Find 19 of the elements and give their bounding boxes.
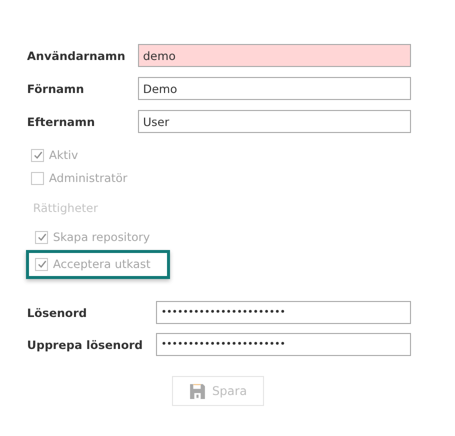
checkbox-label: Aktiv bbox=[49, 148, 78, 162]
checkbox[interactable] bbox=[35, 258, 48, 270]
field-label: Efternamn bbox=[27, 114, 96, 128]
input-field[interactable]: demo bbox=[138, 44, 411, 67]
field-label: Användarnamn bbox=[27, 48, 126, 62]
field-label: Upprepa lösenord bbox=[27, 338, 144, 352]
checkbox[interactable] bbox=[35, 230, 48, 244]
checkbox-label: Skapa repository bbox=[53, 230, 150, 244]
password-field[interactable]: ••••••••••••••••••••••• bbox=[156, 333, 411, 356]
input-field[interactable]: User bbox=[138, 110, 411, 133]
section-heading: Rättigheter bbox=[33, 201, 98, 215]
field-label: Förnamn bbox=[27, 82, 86, 96]
password-field[interactable]: ••••••••••••••••••••••• bbox=[156, 301, 411, 324]
checkbox-label: Acceptera utkast bbox=[53, 257, 151, 271]
checkbox-label: Administratör bbox=[49, 171, 128, 185]
field-label: Lösenord bbox=[27, 306, 88, 320]
checkbox[interactable] bbox=[31, 148, 44, 162]
input-field[interactable]: Demo bbox=[138, 77, 411, 100]
checkbox[interactable] bbox=[31, 172, 44, 184]
